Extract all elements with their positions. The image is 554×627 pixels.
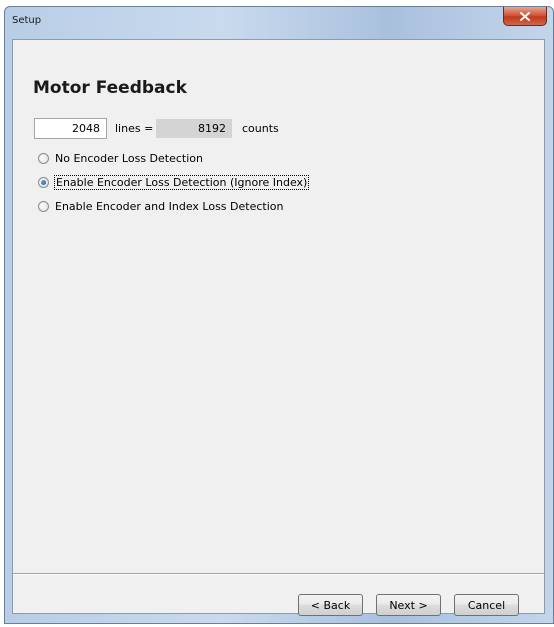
- lines-label: lines =: [115, 122, 154, 135]
- radio-label: No Encoder Loss Detection: [55, 151, 203, 165]
- footer-separator: [13, 573, 544, 575]
- lines-input[interactable]: 2048: [34, 118, 107, 139]
- page-title: Motor Feedback: [33, 78, 187, 98]
- close-button[interactable]: [503, 7, 547, 26]
- radio-label: Enable Encoder and Index Loss Detection: [55, 199, 284, 213]
- window-title: Setup: [12, 15, 42, 26]
- radio-button-selected[interactable]: [38, 176, 49, 188]
- counts-field: 8192: [156, 119, 232, 138]
- wizard-content: Motor Feedback 2048 lines = 8192 counts …: [12, 39, 545, 616]
- radio-no-encoder-loss[interactable]: No Encoder Loss Detection: [38, 150, 203, 166]
- next-button[interactable]: Next >: [376, 594, 441, 616]
- radio-encoder-and-index-loss[interactable]: Enable Encoder and Index Loss Detection: [38, 198, 283, 214]
- counts-label: counts: [242, 122, 279, 135]
- setup-window: Setup Motor Feedback 2048 lines = 8192 c…: [4, 6, 554, 624]
- radio-button[interactable]: [38, 200, 49, 212]
- title-bar[interactable]: Setup: [5, 7, 553, 33]
- back-button[interactable]: < Back: [298, 594, 363, 616]
- radio-encoder-loss-ignore-index[interactable]: Enable Encoder Loss Detection (Ignore In…: [38, 174, 310, 190]
- cancel-button[interactable]: Cancel: [454, 594, 519, 616]
- radio-button[interactable]: [38, 152, 49, 164]
- radio-label: Enable Encoder Loss Detection (Ignore In…: [53, 174, 310, 190]
- close-icon: [520, 11, 530, 21]
